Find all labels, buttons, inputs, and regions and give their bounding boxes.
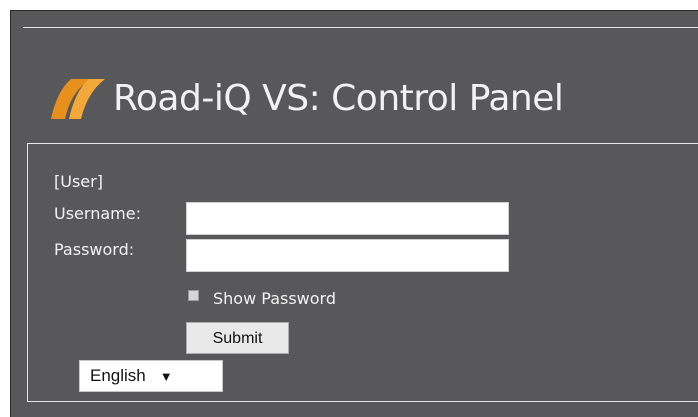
- show-password-label: Show Password: [213, 289, 336, 308]
- road-iq-logo-icon: [51, 79, 105, 119]
- login-form: [User] Username: Password: Show Password…: [27, 143, 698, 402]
- control-panel-window: Road-iQ VS: Control Panel [User] Usernam…: [10, 10, 698, 417]
- username-label: Username:: [54, 204, 141, 223]
- top-divider: [23, 27, 698, 28]
- username-input[interactable]: [186, 202, 509, 235]
- language-select[interactable]: English ▼: [79, 360, 223, 392]
- language-selected-value: English: [90, 366, 146, 385]
- password-label: Password:: [54, 240, 135, 259]
- password-input[interactable]: [186, 239, 509, 272]
- page-title: Road-iQ VS: Control Panel: [113, 78, 564, 119]
- user-section-label: [User]: [54, 172, 103, 191]
- submit-button[interactable]: Submit: [186, 322, 289, 354]
- app-header: Road-iQ VS: Control Panel: [47, 73, 564, 125]
- show-password-checkbox[interactable]: [188, 290, 199, 301]
- dropdown-arrow-icon: ▼: [159, 368, 173, 384]
- show-password-toggle[interactable]: Show Password: [188, 289, 336, 308]
